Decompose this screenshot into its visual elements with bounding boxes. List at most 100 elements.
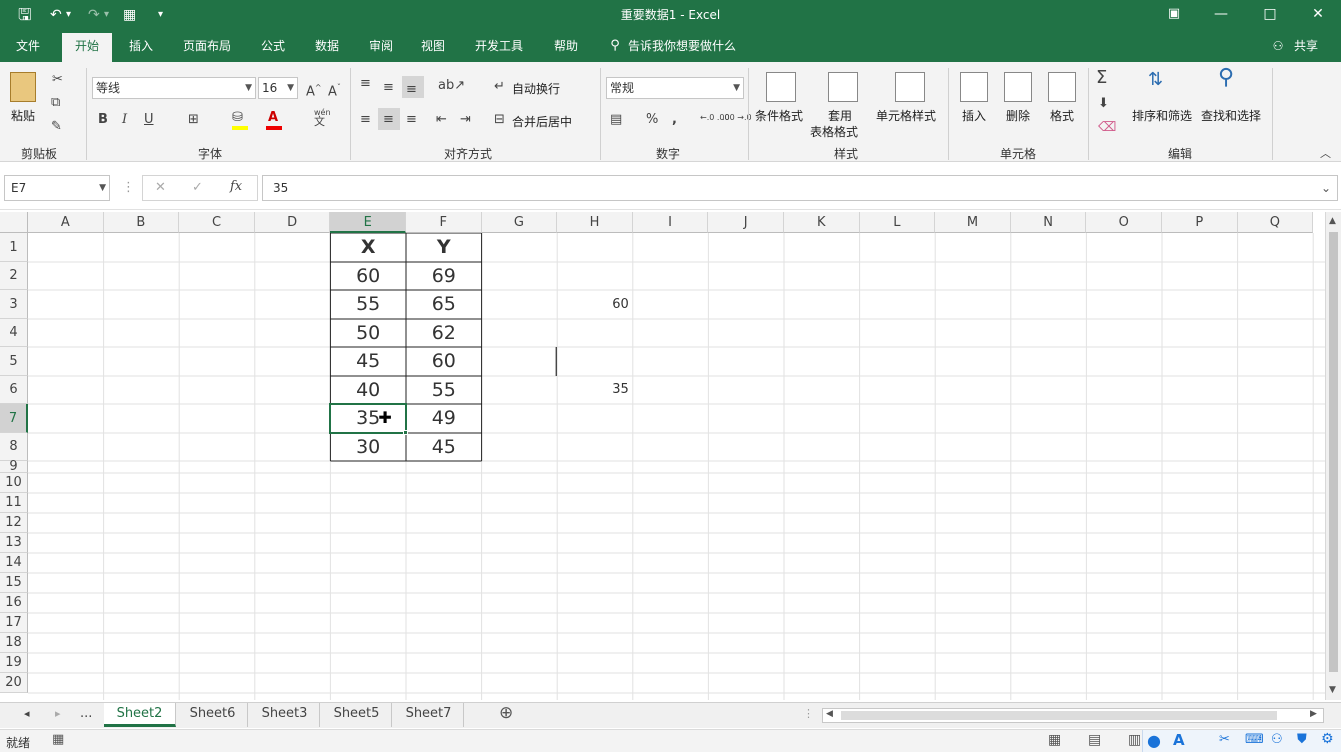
percent-button[interactable]: % xyxy=(646,112,658,128)
ime-skin-icon[interactable]: ⛊ xyxy=(1297,732,1307,747)
ime-tools-icon[interactable]: ✂ xyxy=(1219,732,1230,747)
previous-sheet-icon[interactable]: ◂ xyxy=(24,707,30,720)
row-header-3[interactable]: 3 xyxy=(0,290,28,319)
row-header-4[interactable]: 4 xyxy=(0,319,28,347)
cell-styles-button[interactable]: 单元格样式 xyxy=(876,107,936,124)
wrap-text-button[interactable]: 自动换行 xyxy=(512,80,560,97)
font-size-select[interactable]: 16 ▼ xyxy=(258,77,298,99)
page-layout-view-icon[interactable]: ▤ xyxy=(1088,732,1101,748)
column-header-a[interactable]: A xyxy=(28,212,104,233)
fill-color-icon[interactable]: ⛁ xyxy=(232,110,243,126)
number-format-select[interactable]: 常规 ▼ xyxy=(606,77,744,99)
insert-cells-icon[interactable] xyxy=(960,72,988,102)
sheet-tab-sheet7[interactable]: Sheet7 xyxy=(394,703,464,727)
row-header-18[interactable]: 18 xyxy=(0,633,28,653)
bold-button[interactable]: B xyxy=(98,112,108,128)
select-all-corner[interactable] xyxy=(0,212,28,233)
row-header-9[interactable]: 9 xyxy=(0,460,28,473)
paste-button-label[interactable]: 粘贴 xyxy=(11,107,35,124)
row-header-19[interactable]: 19 xyxy=(0,653,28,673)
format-painter-icon[interactable]: ✎ xyxy=(51,119,62,135)
orientation-icon[interactable]: ab↗ xyxy=(438,78,465,94)
column-header-j[interactable]: J xyxy=(708,212,784,233)
italic-button[interactable]: I xyxy=(122,112,127,128)
x-value-cell[interactable]: 55 xyxy=(330,290,406,319)
align-right-icon[interactable]: ≡ xyxy=(406,112,417,128)
expand-formula-icon[interactable]: ⌄ xyxy=(1321,176,1331,200)
clear-icon[interactable]: ⌫ xyxy=(1098,120,1116,136)
row-header-2[interactable]: 2 xyxy=(0,262,28,290)
font-name-select[interactable]: 等线 ▼ xyxy=(92,77,256,99)
y-value-cell[interactable]: 55 xyxy=(406,376,482,404)
tab-file[interactable]: 文件 xyxy=(8,30,48,62)
conditional-formatting-icon[interactable] xyxy=(766,72,796,102)
tab-home[interactable]: 开始 xyxy=(62,33,112,62)
x-value-cell[interactable]: 60 xyxy=(330,262,406,290)
column-header-m[interactable]: M xyxy=(935,212,1011,233)
header-y-cell[interactable]: Y xyxy=(406,233,482,262)
row-header-12[interactable]: 12 xyxy=(0,513,28,533)
merge-center-button[interactable]: 合并后居中 xyxy=(512,113,572,130)
wrap-text-icon[interactable]: ↵ xyxy=(494,79,505,95)
column-header-n[interactable]: N xyxy=(1010,212,1087,233)
accounting-format-icon[interactable]: ▤ xyxy=(610,112,622,128)
delete-cells-icon[interactable] xyxy=(1004,72,1032,102)
cell-styles-icon[interactable] xyxy=(895,72,925,102)
sort-filter-button[interactable]: 排序和筛选 xyxy=(1132,107,1192,124)
column-header-f[interactable]: F xyxy=(406,212,482,233)
tab-formulas[interactable]: 公式 xyxy=(252,30,294,62)
y-value-cell[interactable]: 60 xyxy=(406,347,482,376)
y-value-cell[interactable]: 69 xyxy=(406,262,482,290)
format-cells-button[interactable]: 格式 xyxy=(1050,107,1074,124)
row-header-15[interactable]: 15 xyxy=(0,573,28,593)
x-value-cell[interactable]: 30 xyxy=(330,433,406,461)
next-sheet-icon[interactable]: ▸ xyxy=(55,707,61,720)
horizontal-scrollbar[interactable]: ◀ ▶ xyxy=(822,708,1324,723)
paste-icon[interactable] xyxy=(10,72,36,102)
page-break-view-icon[interactable]: ▥ xyxy=(1128,732,1141,748)
column-header-c[interactable]: C xyxy=(179,212,255,233)
align-top-icon[interactable]: ≡ xyxy=(360,76,371,92)
column-header-d[interactable]: D xyxy=(254,212,331,233)
column-header-p[interactable]: P xyxy=(1162,212,1238,233)
format-as-table-icon[interactable] xyxy=(828,72,858,102)
format-cells-icon[interactable] xyxy=(1048,72,1076,102)
y-value-cell[interactable]: 45 xyxy=(406,433,482,461)
cancel-icon[interactable]: ✕ xyxy=(155,180,166,196)
collapse-ribbon-icon[interactable]: ︿ xyxy=(1320,146,1331,162)
row-header-13[interactable]: 13 xyxy=(0,533,28,553)
cell-h3[interactable]: 60 xyxy=(557,290,629,319)
tab-data[interactable]: 数据 xyxy=(306,30,348,62)
merge-center-icon[interactable]: ⊟ xyxy=(494,112,505,128)
increase-font-icon[interactable]: A^ xyxy=(306,80,322,100)
cut-icon[interactable]: ✂ xyxy=(52,72,63,88)
name-box[interactable]: E7 ▼ xyxy=(4,175,110,201)
decrease-font-icon[interactable]: Aˇ xyxy=(328,80,341,100)
x-value-cell[interactable]: 40 xyxy=(330,376,406,404)
align-bottom-icon[interactable]: ≡ xyxy=(406,82,417,98)
row-header-20[interactable]: 20 xyxy=(0,673,28,693)
ime-logo-icon[interactable]: ● xyxy=(1147,731,1161,750)
scroll-left-icon[interactable]: ◀ xyxy=(826,709,833,719)
row-header-5[interactable]: 5 xyxy=(0,347,28,376)
format-as-table-line1[interactable]: 套用 xyxy=(828,107,852,124)
tab-page-layout[interactable]: 页面布局 xyxy=(174,30,240,62)
row-header-10[interactable]: 10 xyxy=(0,473,28,493)
worksheet-grid[interactable]: ABCDEFGHIJKLMNOPQ 1 2 3 4 5 6 7 8 9 10 11 12 13 14 15 1… xyxy=(0,212,1325,700)
header-x-cell[interactable]: X xyxy=(330,233,406,262)
underline-button[interactable]: U xyxy=(144,112,154,128)
increase-indent-icon[interactable]: ⇥ xyxy=(460,112,471,128)
column-header-e[interactable]: E xyxy=(330,212,406,233)
scroll-up-icon[interactable]: ▲ xyxy=(1329,216,1336,226)
horizontal-scroll-thumb[interactable] xyxy=(841,711,1277,720)
macro-record-icon[interactable]: ▦ xyxy=(52,732,64,747)
row-header-14[interactable]: 14 xyxy=(0,553,28,573)
restore-button[interactable]: □ xyxy=(1247,0,1293,30)
close-button[interactable]: ✕ xyxy=(1295,0,1341,30)
tab-developer[interactable]: 开发工具 xyxy=(466,30,532,62)
share-button[interactable]: 共享 xyxy=(1289,30,1323,62)
ime-mode-icon[interactable]: A xyxy=(1173,731,1185,749)
y-value-cell[interactable]: 62 xyxy=(406,319,482,347)
ime-keyboard-icon[interactable]: ⌨ xyxy=(1245,732,1264,747)
row-header-6[interactable]: 6 xyxy=(0,376,28,404)
